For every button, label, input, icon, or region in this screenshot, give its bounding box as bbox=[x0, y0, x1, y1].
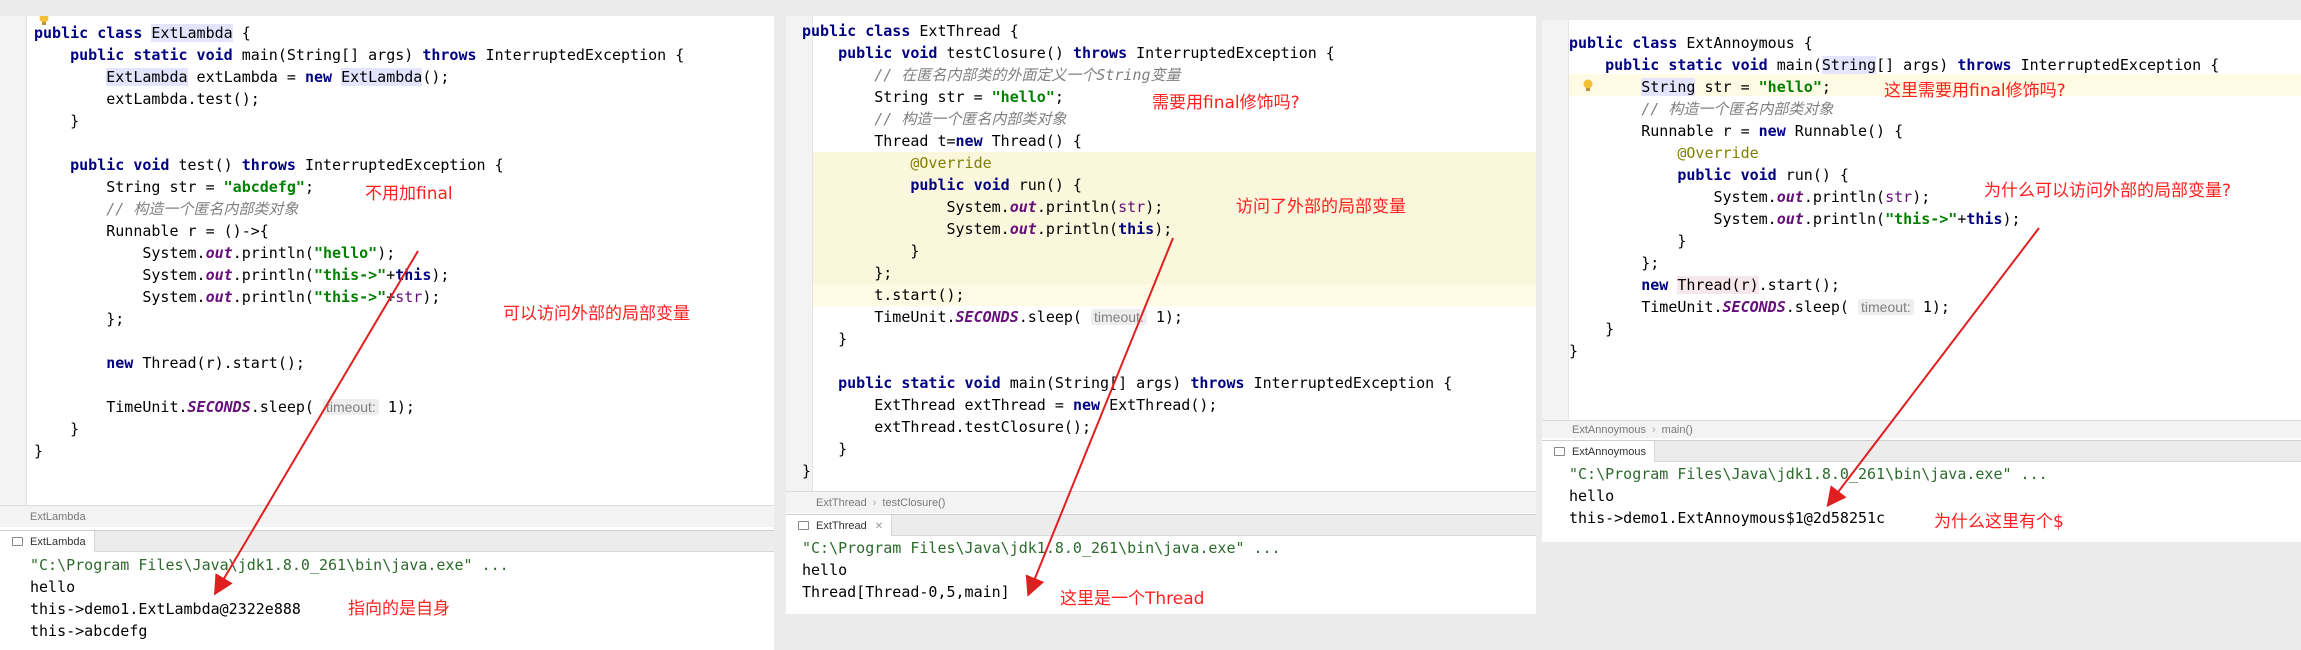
console-line: "C:\Program Files\Java\jdk1.8.0_261\bin\… bbox=[1569, 465, 2048, 483]
code-line: public static void main(String[] args) t… bbox=[1605, 56, 2220, 74]
code-line: public static void main(String[] args) t… bbox=[70, 46, 685, 64]
run-tab-label: ExtAnnoymous bbox=[1572, 446, 1646, 458]
code-line: }; bbox=[802, 264, 893, 282]
code-line: @Override bbox=[910, 154, 992, 172]
run-tab-label: ExtLambda bbox=[30, 536, 86, 548]
code-line: String str = "abcdefg"; bbox=[34, 178, 314, 196]
breadcrumb: ExtThread › testClosure() bbox=[786, 491, 1536, 513]
run-console-icon bbox=[12, 537, 23, 546]
code-line: Runnable r = ()->{ bbox=[34, 222, 269, 240]
code-line: } bbox=[802, 242, 920, 260]
code-line: // 构造一个匿名内部类对象 bbox=[1641, 100, 1834, 118]
code-line: public void test() throws InterruptedExc… bbox=[70, 156, 504, 174]
code-line: TimeUnit.SECONDS.sleep( timeout: 1); bbox=[1569, 298, 1950, 316]
breadcrumb-item[interactable]: ExtAnnoymous bbox=[1572, 424, 1646, 436]
breadcrumb-separator-icon: › bbox=[1651, 424, 1656, 436]
code-line: System.out.println("this->"+this); bbox=[1569, 210, 2021, 228]
code-line: // 构造一个匿名内部类对象 bbox=[874, 110, 1067, 128]
code-line: } bbox=[802, 440, 848, 458]
run-tool-window-header: ExtLambda bbox=[0, 530, 774, 552]
run-tool-window-header: ExtThread ✕ bbox=[786, 514, 1536, 536]
editor-panel-extannoymous: public class ExtAnnoymous { public stati… bbox=[1542, 20, 2301, 542]
breadcrumb-separator-icon: › bbox=[872, 497, 877, 509]
annotation-accessed-local: 访问了外部的局部变量 bbox=[1236, 197, 1406, 217]
code-line: } bbox=[1569, 232, 1687, 250]
code-line: public class ExtLambda { bbox=[34, 24, 251, 42]
code-line: Thread t=new Thread() { bbox=[802, 132, 1082, 150]
console-line: this->abcdefg bbox=[30, 622, 148, 640]
editor-gutter bbox=[1542, 20, 1569, 420]
code-line: extThread.testClosure(); bbox=[802, 418, 1091, 436]
console-line: hello bbox=[802, 561, 848, 579]
code-line: ExtLambda extLambda = new ExtLambda(); bbox=[106, 68, 450, 86]
run-tab[interactable]: ExtThread ✕ bbox=[786, 515, 893, 536]
code-line: TimeUnit.SECONDS.sleep( timeout: 1); bbox=[34, 398, 415, 416]
editor-panel-extthread: public class ExtThread { public void tes… bbox=[786, 16, 1536, 614]
code-line: Runnable r = new Runnable() { bbox=[1569, 122, 1904, 140]
code-line: new Thread(r).start(); bbox=[1641, 276, 1840, 294]
code-editor[interactable]: public class ExtThread { public void tes… bbox=[802, 20, 1452, 482]
code-line: } bbox=[802, 330, 848, 348]
code-line: } bbox=[34, 420, 80, 438]
code-editor[interactable]: public class ExtLambda { public static v… bbox=[34, 22, 684, 462]
code-line: t.start(); bbox=[802, 286, 965, 304]
code-line: TimeUnit.SECONDS.sleep( timeout: 1); bbox=[802, 308, 1183, 326]
annotation-points-to-self: 指向的是自身 bbox=[348, 599, 450, 619]
code-line: public class ExtAnnoymous { bbox=[1569, 34, 1813, 52]
code-line: extLambda.test(); bbox=[34, 90, 260, 108]
run-console-icon bbox=[798, 521, 809, 530]
console-output[interactable]: "C:\Program Files\Java\jdk1.8.0_261\bin\… bbox=[802, 537, 1281, 603]
breadcrumb-item[interactable]: main() bbox=[1662, 424, 1693, 436]
close-icon[interactable]: ✕ bbox=[875, 521, 883, 532]
breadcrumb-item[interactable]: ExtThread bbox=[816, 497, 867, 509]
code-line: // 在匿名内部类的外面定义一个String变量 bbox=[874, 66, 1181, 84]
breadcrumb-item[interactable]: ExtLambda bbox=[30, 511, 86, 523]
code-line: } bbox=[34, 112, 80, 130]
editor-panel-extlambda: public class ExtLambda { public static v… bbox=[0, 16, 774, 650]
code-line: ExtThread extThread = new ExtThread(); bbox=[802, 396, 1218, 414]
console-line: "C:\Program Files\Java\jdk1.8.0_261\bin\… bbox=[802, 539, 1281, 557]
annotation-why-dollar: 为什么这里有个$ bbox=[1934, 512, 2064, 532]
code-line: public class ExtThread { bbox=[802, 22, 1019, 40]
code-line: System.out.println("this->"+this); bbox=[34, 266, 450, 284]
run-tool-window-header: ExtAnnoymous bbox=[1542, 440, 2301, 462]
breadcrumb-item[interactable]: testClosure() bbox=[882, 497, 945, 509]
run-tab[interactable]: ExtAnnoymous bbox=[1542, 441, 1655, 462]
code-line: // 构造一个匿名内部类对象 bbox=[106, 200, 299, 218]
run-tab[interactable]: ExtLambda bbox=[0, 531, 95, 552]
breadcrumb: ExtAnnoymous › main() bbox=[1542, 420, 2301, 438]
code-line: }; bbox=[1569, 254, 1660, 272]
annotation-is-thread: 这里是一个Thread bbox=[1060, 589, 1205, 609]
annotation-need-final: 需要用final修饰吗? bbox=[1152, 93, 1300, 113]
editor-gutter bbox=[0, 16, 27, 526]
console-line: Thread[Thread-0,5,main] bbox=[802, 583, 1010, 601]
run-console-icon bbox=[1554, 447, 1565, 456]
breadcrumb: ExtLambda bbox=[0, 505, 774, 527]
code-line: String str = "hello"; bbox=[802, 88, 1064, 106]
code-line: public void testClosure() throws Interru… bbox=[838, 44, 1335, 62]
code-line: public static void main(String[] args) t… bbox=[838, 374, 1453, 392]
annotation-need-final-here: 这里需要用final修饰吗? bbox=[1884, 81, 2066, 101]
annotation-no-final: 不用加final bbox=[365, 184, 453, 204]
code-line: new Thread(r).start(); bbox=[106, 354, 305, 372]
run-tab-label: ExtThread bbox=[816, 520, 867, 532]
code-line: System.out.println(this); bbox=[802, 220, 1173, 238]
code-line: } bbox=[1569, 342, 1579, 360]
console-line: hello bbox=[1569, 487, 1615, 505]
console-line: "C:\Program Files\Java\jdk1.8.0_261\bin\… bbox=[30, 556, 509, 574]
code-line: } bbox=[34, 442, 44, 460]
code-line: } bbox=[1569, 320, 1615, 338]
annotation-can-access: 可以访问外部的局部变量 bbox=[503, 304, 690, 324]
code-line: } bbox=[802, 462, 812, 480]
annotation-why-access: 为什么可以访问外部的局部变量? bbox=[1984, 181, 2232, 201]
code-line: @Override bbox=[1677, 144, 1759, 162]
code-line: System.out.println("hello"); bbox=[34, 244, 396, 262]
